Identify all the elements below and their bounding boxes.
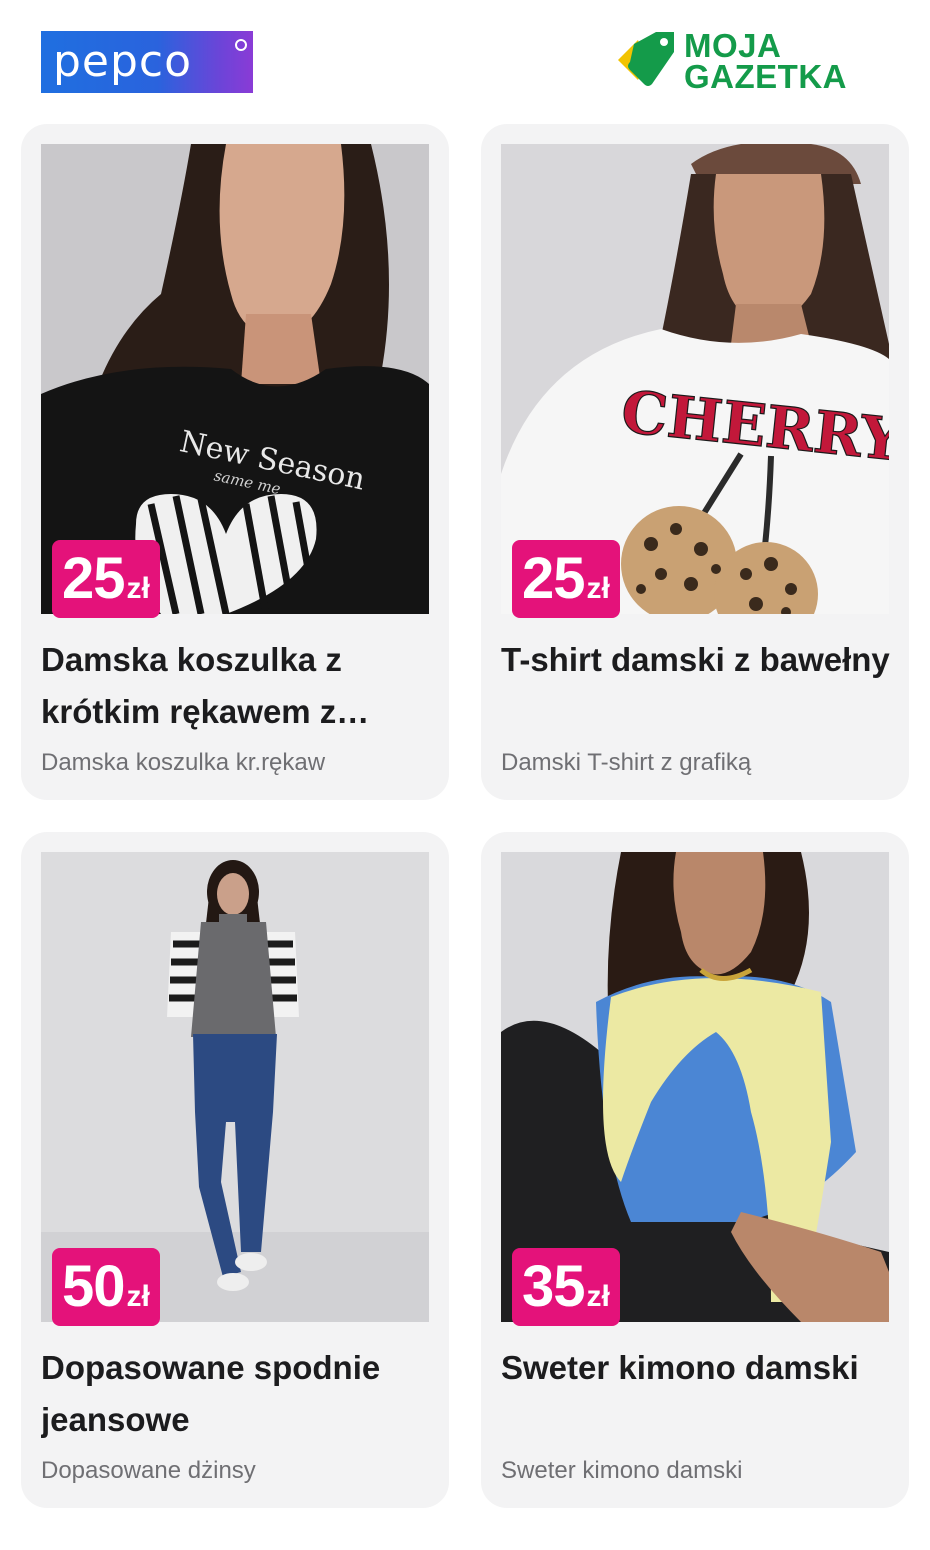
pepco-logo[interactable]: pepco — [41, 31, 253, 93]
gazetka-word: GAZETKA — [684, 58, 847, 95]
price-badge: 25 zł — [512, 540, 620, 618]
product-title[interactable]: Sweter kimono damski — [501, 1342, 891, 1394]
product-subtitle: Damska koszulka kr.rękaw — [41, 749, 326, 776]
moja-word: MOJA — [684, 27, 782, 64]
price-badge: 35 zł — [512, 1248, 620, 1326]
product-subtitle: Dopasowane dżinsy — [41, 1457, 256, 1484]
product-title[interactable]: Dopasowane spodnie jeansowe — [41, 1342, 431, 1446]
price-badge: 25 zł — [52, 540, 160, 618]
price-currency: zł — [586, 1280, 610, 1313]
price-amount: 25 — [522, 546, 586, 611]
moja-gazetka-wordmark: MOJA GAZETKA — [684, 27, 847, 95]
product-subtitle: Damski T-shirt z grafiką — [501, 749, 752, 776]
price-currency: zł — [126, 572, 150, 605]
price-currency: zł — [126, 1280, 150, 1313]
price-amount: 25 — [62, 546, 126, 611]
price-tag-icon — [618, 32, 674, 86]
pepco-logo-text: pepco — [53, 36, 193, 87]
product-card[interactable]: CHERRY 25 zł T-shirt damski z bawełny Da… — [481, 124, 909, 800]
price-badge: 50 zł — [52, 1248, 160, 1326]
product-card[interactable]: New Season same me 25 zł Damska koszulka… — [21, 124, 449, 800]
header: pepco MOJA GAZETKA — [0, 0, 930, 120]
product-title[interactable]: Damska koszulka z krótkim rękawem z… — [41, 634, 431, 738]
heart-icon — [235, 39, 247, 51]
product-card[interactable]: 35 zł Sweter kimono damski Sweter kimono… — [481, 832, 909, 1508]
product-card[interactable]: 50 zł Dopasowane spodnie jeansowe Dopaso… — [21, 832, 449, 1508]
price-currency: zł — [586, 572, 610, 605]
product-title[interactable]: T-shirt damski z bawełny — [501, 634, 891, 686]
product-subtitle: Sweter kimono damski — [501, 1457, 743, 1484]
price-amount: 35 — [522, 1254, 586, 1319]
moja-gazetka-logo[interactable]: MOJA GAZETKA — [616, 27, 896, 96]
price-amount: 50 — [62, 1254, 126, 1319]
